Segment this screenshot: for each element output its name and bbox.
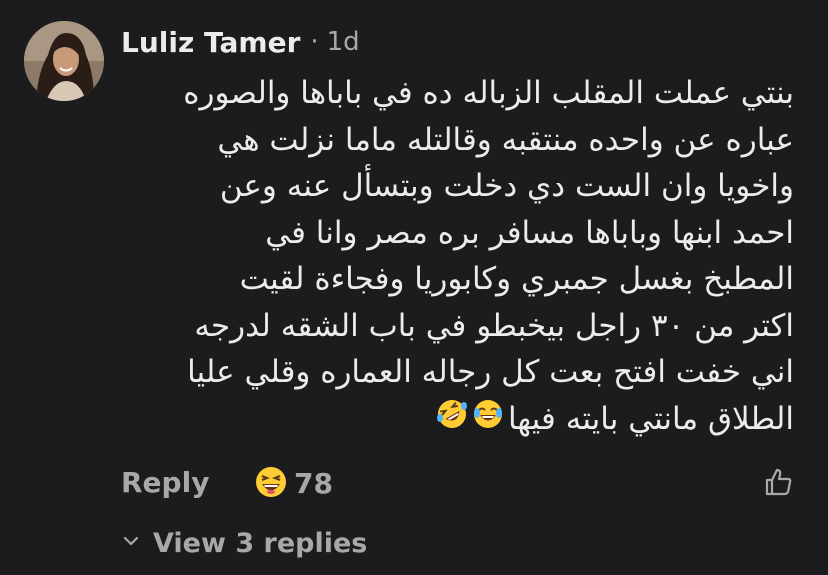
avatar-image (24, 21, 104, 101)
thumbs-up-outline-icon[interactable] (763, 466, 795, 502)
comment-line: اكتر من ٣٠ راجل بيخبطو في باب الشقه لدرج… (194, 307, 794, 344)
comment-actions: Reply 78 (121, 463, 801, 503)
grinning-squinting-face-icon (254, 465, 288, 503)
view-replies-label: View 3 replies (153, 527, 368, 559)
comment-line: بنتي عملت المقلب الزباله ده في باباها وا… (183, 75, 794, 111)
reaction-count: 78 (294, 467, 333, 500)
face-with-tears-of-joy-icon (472, 397, 504, 444)
reaction-summary[interactable]: 78 (254, 465, 333, 503)
comment-line: المطبخ بغسل جمبري وكابوريا وفجاءة لقيت (239, 261, 794, 297)
comment-line: الطلاق مانتي بايته فيها (507, 400, 794, 437)
rolling-on-the-floor-laughing-icon (436, 397, 468, 444)
author-name[interactable]: Luliz Tamer (121, 26, 300, 59)
comment-text: بنتي عملت المقلب الزباله ده في باباها وا… (118, 70, 794, 442)
chevron-down-icon (121, 531, 141, 555)
comment-line: احمد ابنها وباباها مسافر بره مصر وانا في (265, 214, 794, 251)
comment-last-line: الطلاق مانتي بايته فيها (118, 396, 794, 443)
comment-line: اني خفت افتح بعت كل رجاله العماره وقلي ع… (187, 354, 794, 390)
comment-line: عباره عن واحده منتقبه وقالتله ماما نزلت … (217, 121, 794, 158)
view-replies-button[interactable]: View 3 replies (121, 525, 367, 561)
timestamp[interactable]: 1d (327, 27, 360, 57)
reply-button[interactable]: Reply (121, 463, 209, 503)
comment-header: Luliz Tamer · 1d (121, 24, 360, 60)
comment-line: واخويا وان الست دي دخلت وبتسأل عنه وعن (219, 168, 794, 204)
avatar[interactable] (24, 21, 104, 101)
separator-dot: · (310, 27, 319, 57)
